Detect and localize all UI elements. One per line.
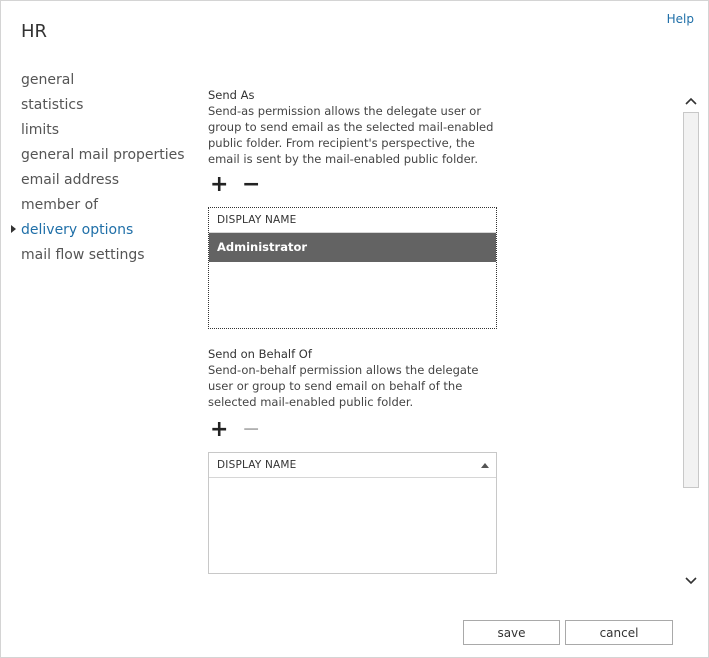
- nav-item-general[interactable]: general: [21, 70, 185, 95]
- column-header-label: DISPLAY NAME: [217, 459, 297, 471]
- send-as-column-header[interactable]: DISPLAY NAME: [209, 208, 496, 233]
- save-button[interactable]: save: [463, 620, 560, 645]
- nav-item-limits[interactable]: limits: [21, 120, 185, 145]
- minus-icon: −: [242, 417, 261, 442]
- chevron-up-icon[interactable]: [683, 94, 699, 108]
- scrollbar-thumb[interactable]: [683, 112, 699, 488]
- sort-ascending-icon: [481, 463, 489, 468]
- nav-item-general-mail-properties[interactable]: general mail properties: [21, 145, 185, 170]
- column-header-label: DISPLAY NAME: [217, 214, 297, 226]
- selected-caret-icon: [11, 225, 16, 233]
- nav-item-delivery-options[interactable]: delivery options: [11, 220, 185, 245]
- send-as-remove-button[interactable]: −: [242, 174, 260, 196]
- nav-item-member-of[interactable]: member of: [21, 195, 185, 220]
- help-link[interactable]: Help: [667, 12, 694, 26]
- send-as-row[interactable]: Administrator: [209, 233, 496, 262]
- send-on-behalf-description: Send-on-behalf permission allows the del…: [208, 363, 479, 409]
- plus-icon: +: [210, 417, 229, 442]
- send-as-title: Send As: [208, 88, 255, 102]
- send-on-behalf-list: DISPLAY NAME: [208, 452, 497, 574]
- page-title: HR: [21, 21, 48, 42]
- plus-icon: +: [210, 172, 229, 197]
- send-on-behalf-add-button[interactable]: +: [210, 419, 228, 441]
- send-on-behalf-remove-button[interactable]: −: [242, 419, 260, 441]
- sidebar-nav: general statistics limits general mail p…: [11, 70, 185, 270]
- cancel-button[interactable]: cancel: [565, 620, 673, 645]
- nav-item-email-address[interactable]: email address: [21, 170, 185, 195]
- chevron-down-icon[interactable]: [683, 574, 699, 588]
- send-on-behalf-column-header[interactable]: DISPLAY NAME: [209, 453, 496, 478]
- nav-item-mail-flow-settings[interactable]: mail flow settings: [21, 245, 185, 270]
- minus-icon: −: [242, 172, 261, 197]
- nav-item-statistics[interactable]: statistics: [21, 95, 185, 120]
- send-as-add-button[interactable]: +: [210, 174, 228, 196]
- nav-item-label: delivery options: [21, 222, 134, 238]
- dialog-window: Help HR general statistics limits genera…: [0, 0, 709, 658]
- send-on-behalf-title: Send on Behalf Of: [208, 347, 312, 361]
- send-as-list: DISPLAY NAME Administrator: [208, 207, 497, 329]
- send-as-description: Send-as permission allows the delegate u…: [208, 104, 494, 166]
